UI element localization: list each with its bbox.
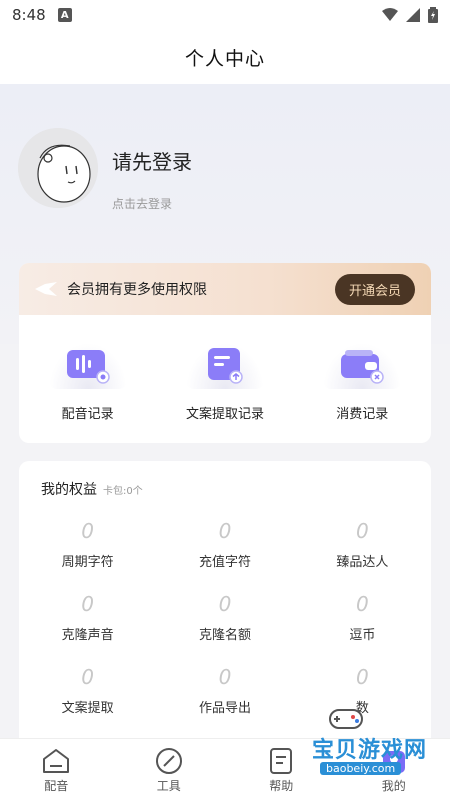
signal-icon xyxy=(406,8,420,22)
page-header: 个人中心 xyxy=(0,30,450,84)
tab-dubbing[interactable]: 配音 xyxy=(0,739,113,800)
benefits-title: 我的权益 xyxy=(41,482,97,498)
benefits-grid: 0 周期字符 0 充值字符 0 臻品达人 0 克隆声音 0 克隆名额 0 逗币 0 文案提取 … xyxy=(19,519,431,716)
voice-record-icon[interactable] xyxy=(48,343,127,389)
benefit-label: 克隆名额 xyxy=(198,628,251,643)
record-item-consumption[interactable]: 消费记录 xyxy=(297,343,427,422)
benefits-header: 我的权益 卡包: 0个 xyxy=(19,461,431,499)
benefit-item[interactable]: 0 作品导出 xyxy=(156,665,293,716)
benefit-value: 0 xyxy=(355,519,369,543)
benefit-label: 周期字符 xyxy=(61,555,114,570)
tab-label: 配音 xyxy=(44,779,69,793)
benefit-item[interactable]: 0 克隆名额 xyxy=(156,592,293,643)
benefit-item[interactable]: 0 文案提取 xyxy=(19,665,156,716)
watermark: 宝贝游戏网 baobeiy.com xyxy=(296,704,436,780)
tab-tools[interactable]: 工具 xyxy=(113,739,226,800)
benefit-label: 作品导出 xyxy=(198,701,251,716)
benefit-label: 文案提取 xyxy=(61,701,114,716)
avatar-face-icon xyxy=(18,128,98,208)
profile-text[interactable]: 请先登录 点击去登录 xyxy=(112,128,192,212)
vip-card: 会员拥有更多使用权限 开通会员 配音记录 文案提取记录 消费记录 xyxy=(19,263,431,443)
text-extract-icon[interactable] xyxy=(185,343,264,389)
wallet-icon[interactable] xyxy=(323,343,402,389)
wifi-icon xyxy=(382,8,398,21)
benefit-label: 逗币 xyxy=(349,628,376,643)
benefit-value: 0 xyxy=(355,592,369,616)
vip-text: 会员拥有更多使用权限 xyxy=(67,282,207,298)
benefit-value: 0 xyxy=(81,592,95,616)
vip-logo-icon xyxy=(35,282,57,296)
benefit-value: 0 xyxy=(218,665,232,689)
record-item-voice[interactable]: 配音记录 xyxy=(23,343,153,422)
notification-icon: A xyxy=(57,8,72,22)
tab-label: 工具 xyxy=(156,779,181,793)
profile-section[interactable]: 请先登录 点击去登录 xyxy=(18,128,192,212)
home-icon xyxy=(43,749,70,773)
vip-banner: 会员拥有更多使用权限 开通会员 xyxy=(19,263,431,315)
benefit-value: 0 xyxy=(81,665,95,689)
watermark-url: baobeiy.com xyxy=(320,762,402,775)
status-icons xyxy=(382,7,438,23)
benefit-value: 0 xyxy=(81,519,95,543)
benefit-value: 0 xyxy=(218,592,232,616)
record-label[interactable]: 文案提取记录 xyxy=(186,403,264,422)
battery-icon xyxy=(428,7,438,23)
benefit-item[interactable]: 0 臻品达人 xyxy=(294,519,431,570)
records-row: 配音记录 文案提取记录 消费记录 xyxy=(19,315,431,422)
benefit-item[interactable]: 0 克隆声音 xyxy=(19,592,156,643)
benefit-label: 臻品达人 xyxy=(336,555,389,570)
status-bar: 8:48 A xyxy=(0,0,450,30)
gamepad-icon xyxy=(329,709,363,729)
status-time: 8:48 xyxy=(12,6,46,24)
page-title: 个人中心 xyxy=(184,47,265,70)
login-subtitle[interactable]: 点击去登录 xyxy=(112,195,192,212)
benefit-label: 克隆声音 xyxy=(61,628,114,643)
record-item-text-extract[interactable]: 文案提取记录 xyxy=(160,343,290,422)
watermark-text: 宝贝游戏网 xyxy=(312,738,428,763)
document-icon xyxy=(270,748,293,774)
open-vip-button[interactable]: 开通会员 xyxy=(334,273,415,305)
benefit-value: 0 xyxy=(355,665,369,689)
login-title[interactable]: 请先登录 xyxy=(112,146,192,175)
card-package-label[interactable]: 卡包: xyxy=(103,482,126,497)
benefit-value: 0 xyxy=(218,519,232,543)
compass-icon xyxy=(155,748,182,774)
card-package-count[interactable]: 0个 xyxy=(126,482,142,497)
tab-label: 帮助 xyxy=(269,779,294,793)
benefit-label: 充值字符 xyxy=(198,555,251,570)
benefit-item[interactable]: 0 逗币 xyxy=(294,592,431,643)
avatar[interactable] xyxy=(18,128,98,208)
record-label[interactable]: 配音记录 xyxy=(62,403,114,422)
benefit-item[interactable]: 0 周期字符 xyxy=(19,519,156,570)
benefit-item[interactable]: 0 充值字符 xyxy=(156,519,293,570)
record-label[interactable]: 消费记录 xyxy=(336,403,388,422)
